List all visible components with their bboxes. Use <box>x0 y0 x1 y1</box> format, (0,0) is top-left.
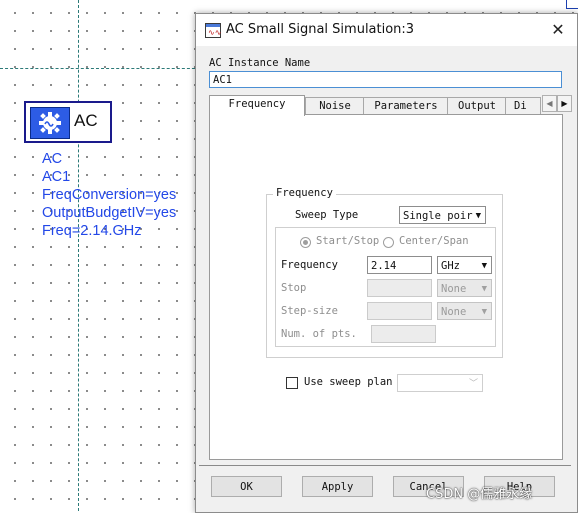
footer-separator <box>199 465 571 466</box>
chevron-down-icon: ▼ <box>481 307 487 317</box>
step-size-unit-select: None ▼ <box>437 302 492 320</box>
stop-label: Stop <box>281 282 307 294</box>
start-stop-label: Start/Stop <box>316 235 380 247</box>
step-size-unit-value: None <box>441 306 467 318</box>
component-param-freq: Freq=2.14.GHz <box>42 223 142 239</box>
center-span-radio[interactable] <box>383 237 394 248</box>
tab-parameters[interactable]: Parameters <box>363 97 449 115</box>
close-icon[interactable]: ✕ <box>547 18 569 40</box>
apply-button[interactable]: Apply <box>302 476 373 497</box>
tab-scroll-right-icon[interactable]: ▶ <box>557 95 572 112</box>
instance-name-input[interactable]: AC1 <box>209 71 562 88</box>
sweep-settings-subgroup: Start/Stop Center/Span Frequency 2.14 GH… <box>275 227 496 347</box>
frequency-group-legend: Frequency <box>273 187 336 199</box>
chevron-down-icon: ﹀ <box>468 379 478 389</box>
tab-scroll-arrows: ◀ ▶ <box>542 95 572 112</box>
frequency-tab-panel: Frequency Sweep Type Single poir ▼ Start… <box>209 114 563 460</box>
start-stop-radio[interactable] <box>300 237 311 248</box>
frequency-label: Frequency <box>281 259 338 271</box>
use-sweep-plan-label: Use sweep plan <box>304 376 393 388</box>
dialog-titlebar[interactable]: ∿∿ AC Small Signal Simulation:3 ✕ <box>196 14 577 46</box>
sweep-type-value: Single poir <box>403 210 473 222</box>
component-instance-text: AC1 <box>42 169 71 185</box>
frequency-group: Frequency Sweep Type Single poir ▼ Start… <box>266 187 503 358</box>
tab-output[interactable]: Output <box>447 97 507 115</box>
ac-simulation-dialog: ∿∿ AC Small Signal Simulation:3 ✕ AC Ins… <box>195 13 578 513</box>
num-pts-input <box>371 325 436 343</box>
ac-component[interactable]: AC <box>24 101 112 143</box>
sweep-plan-select: ﹀ <box>397 374 483 392</box>
csdn-watermark: CSDN @儒雅永缘 <box>426 487 533 502</box>
use-sweep-plan-checkbox[interactable] <box>286 377 298 389</box>
tab-strip: Frequency Noise Parameters Output Di ◀ ▶ <box>209 95 572 116</box>
step-size-label: Step-size <box>281 305 338 317</box>
center-span-label: Center/Span <box>399 235 469 247</box>
sweep-type-select[interactable]: Single poir ▼ <box>399 206 486 224</box>
dialog-title: AC Small Signal Simulation:3 <box>226 22 415 37</box>
component-type-text: AC <box>42 151 63 167</box>
frequency-unit-select[interactable]: GHz ▼ <box>437 256 492 274</box>
component-param-freqconversion: FreqConversion=yes <box>42 187 177 203</box>
stop-input <box>367 279 432 297</box>
stop-unit-value: None <box>441 283 467 295</box>
ac-component-box[interactable]: AC <box>24 101 112 143</box>
tab-display[interactable]: Di <box>505 97 541 114</box>
instance-name-label: AC Instance Name <box>209 57 311 69</box>
frequency-input[interactable]: 2.14 <box>367 256 432 274</box>
step-size-input <box>367 302 432 320</box>
simulation-gear-icon <box>30 107 70 139</box>
tab-scroll-left-icon[interactable]: ◀ <box>542 95 557 112</box>
chevron-down-icon: ▼ <box>481 284 487 294</box>
frequency-unit-value: GHz <box>441 260 460 272</box>
tab-noise[interactable]: Noise <box>305 97 365 115</box>
stop-unit-select: None ▼ <box>437 279 492 297</box>
grid-guide-horizontal <box>0 68 200 69</box>
tab-frequency[interactable]: Frequency <box>209 95 305 116</box>
component-param-outputbudget: OutputBudgetIV=yes <box>42 205 177 221</box>
num-pts-label: Num. of pts. <box>281 328 357 340</box>
simulation-window-icon: ∿∿ <box>205 23 221 38</box>
chevron-down-icon: ▼ <box>475 211 481 221</box>
grid-guide-vertical <box>78 0 79 511</box>
ac-box-label: AC <box>74 111 98 130</box>
schematic-corner-mark <box>566 0 578 9</box>
sweep-type-label: Sweep Type <box>295 209 359 221</box>
chevron-down-icon: ▼ <box>481 261 487 271</box>
ok-button[interactable]: OK <box>211 476 282 497</box>
